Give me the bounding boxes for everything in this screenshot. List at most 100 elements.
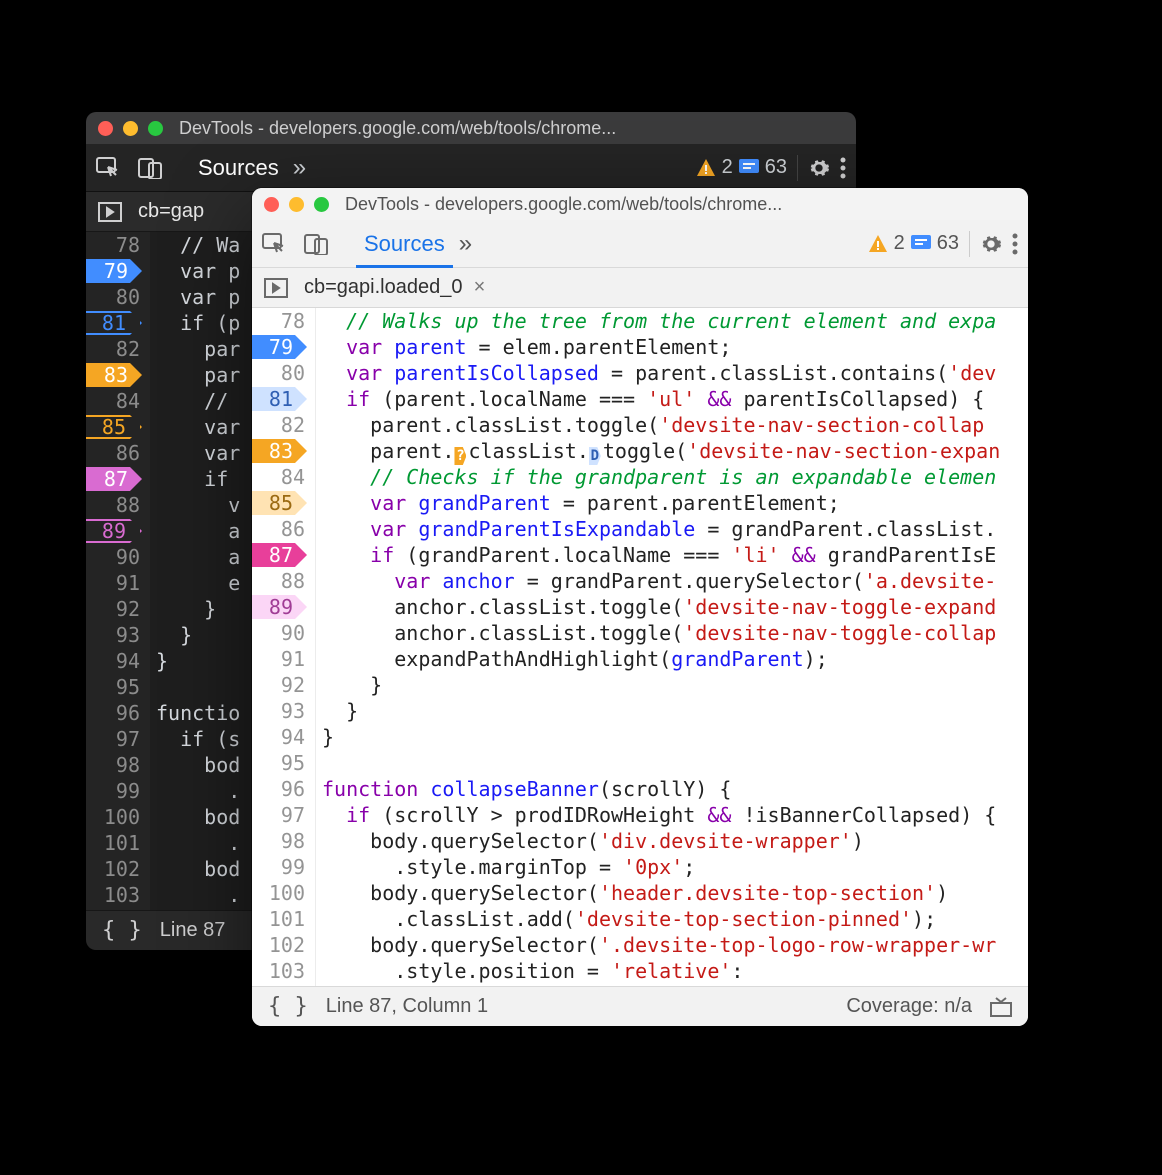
code-line[interactable]: .classList.add('devsite-top-section-pinn…: [322, 906, 1028, 932]
line-number[interactable]: 90: [252, 620, 305, 646]
code-content[interactable]: // Walks up the tree from the current el…: [316, 308, 1028, 986]
code-line[interactable]: var anchor = grandParent.querySelector('…: [322, 568, 1028, 594]
minimize-icon[interactable]: [289, 197, 304, 212]
close-tab-icon[interactable]: ×: [474, 276, 486, 298]
line-number[interactable]: 102: [86, 856, 140, 882]
line-number[interactable]: 96: [252, 776, 305, 802]
code-line[interactable]: if (grandParent.localName === 'li' && gr…: [322, 542, 1028, 568]
console-counters[interactable]: 2 63: [696, 156, 787, 179]
line-number[interactable]: 97: [252, 802, 305, 828]
line-number[interactable]: 93: [252, 698, 305, 724]
show-drawer-icon[interactable]: [990, 997, 1012, 1017]
breakpoint-marker[interactable]: 79: [86, 259, 142, 283]
code-line[interactable]: .style.marginTop = '0px';: [322, 854, 1028, 880]
line-number[interactable]: 87: [86, 466, 140, 492]
line-number[interactable]: 99: [252, 854, 305, 880]
more-tabs-icon[interactable]: »: [293, 154, 306, 182]
minimize-icon[interactable]: [123, 121, 138, 136]
line-number[interactable]: 92: [252, 672, 305, 698]
line-number[interactable]: 81: [86, 310, 140, 336]
console-counters[interactable]: 2 63: [868, 232, 959, 255]
gear-icon[interactable]: [980, 233, 1002, 255]
code-line[interactable]: var parent = elem.parentElement;: [322, 334, 1028, 360]
line-number[interactable]: 89: [86, 518, 140, 544]
line-number[interactable]: 101: [252, 906, 305, 932]
breakpoint-marker[interactable]: 81: [252, 387, 307, 411]
line-number[interactable]: 78: [86, 232, 140, 258]
breakpoint-marker[interactable]: 85: [252, 491, 307, 515]
line-number[interactable]: 95: [252, 750, 305, 776]
code-line[interactable]: parent.classList.toggle('devsite-nav-sec…: [322, 412, 1028, 438]
line-number[interactable]: 85: [252, 490, 305, 516]
code-line[interactable]: function collapseBanner(scrollY) {: [322, 776, 1028, 802]
code-line[interactable]: var parentIsCollapsed = parent.classList…: [322, 360, 1028, 386]
line-number[interactable]: 101: [86, 830, 140, 856]
line-number[interactable]: 91: [86, 570, 140, 596]
code-line[interactable]: .style.position = 'relative':: [322, 958, 1028, 984]
breakpoint-marker[interactable]: 87: [252, 543, 307, 567]
more-tabs-icon[interactable]: »: [459, 230, 472, 258]
code-line[interactable]: [322, 750, 1028, 776]
line-number[interactable]: 82: [252, 412, 305, 438]
close-icon[interactable]: [264, 197, 279, 212]
line-number[interactable]: 95: [86, 674, 140, 700]
code-line[interactable]: }: [322, 672, 1028, 698]
line-number[interactable]: 94: [86, 648, 140, 674]
line-number[interactable]: 83: [252, 438, 305, 464]
file-tab[interactable]: cb=gap: [138, 200, 204, 223]
tab-sources[interactable]: Sources: [350, 220, 459, 267]
line-number[interactable]: 80: [86, 284, 140, 310]
line-number[interactable]: 96: [86, 700, 140, 726]
code-line[interactable]: body.querySelector('div.devsite-wrapper'…: [322, 828, 1028, 854]
debugger-pane-icon[interactable]: [264, 278, 288, 298]
line-number[interactable]: 88: [86, 492, 140, 518]
breakpoint-marker[interactable]: 89: [86, 519, 142, 543]
line-gutter[interactable]: 7879808182838485868788899091929394959697…: [252, 308, 316, 986]
line-number[interactable]: 97: [86, 726, 140, 752]
line-number[interactable]: 84: [252, 464, 305, 490]
breakpoint-marker[interactable]: 83: [86, 363, 142, 387]
code-line[interactable]: }: [322, 698, 1028, 724]
code-line[interactable]: if (parent.localName === 'ul' && parentI…: [322, 386, 1028, 412]
code-line[interactable]: }: [322, 724, 1028, 750]
breakpoint-marker[interactable]: 81: [86, 311, 142, 335]
file-tab[interactable]: cb=gapi.loaded_0 ×: [304, 276, 485, 299]
line-number[interactable]: 92: [86, 596, 140, 622]
line-number[interactable]: 100: [252, 880, 305, 906]
line-number[interactable]: 103: [86, 882, 140, 908]
code-line[interactable]: body.querySelector('.devsite-top-logo-ro…: [322, 932, 1028, 958]
breakpoint-marker[interactable]: 83: [252, 439, 307, 463]
line-number[interactable]: 100: [86, 804, 140, 830]
line-number[interactable]: 80: [252, 360, 305, 386]
line-number[interactable]: 78: [252, 308, 305, 334]
format-icon[interactable]: { }: [102, 918, 142, 943]
titlebar[interactable]: DevTools - developers.google.com/web/too…: [252, 188, 1028, 220]
close-icon[interactable]: [98, 121, 113, 136]
line-number[interactable]: 93: [86, 622, 140, 648]
device-toggle-icon[interactable]: [138, 157, 162, 179]
line-number[interactable]: 98: [252, 828, 305, 854]
line-gutter[interactable]: 7879808182838485868788899091929394959697…: [86, 232, 150, 910]
code-line[interactable]: body.querySelector('header.devsite-top-s…: [322, 880, 1028, 906]
inspect-icon[interactable]: [96, 157, 120, 179]
zoom-icon[interactable]: [148, 121, 163, 136]
line-number[interactable]: 86: [86, 440, 140, 466]
breakpoint-marker[interactable]: 87: [86, 467, 142, 491]
line-number[interactable]: 84: [86, 388, 140, 414]
line-number[interactable]: 98: [86, 752, 140, 778]
code-editor[interactable]: 7879808182838485868788899091929394959697…: [252, 308, 1028, 986]
line-number[interactable]: 88: [252, 568, 305, 594]
kebab-icon[interactable]: [1012, 233, 1018, 255]
code-line[interactable]: if (scrollY > prodIDRowHeight && !isBann…: [322, 802, 1028, 828]
code-line[interactable]: parent.?classList.Dtoggle('devsite-nav-s…: [322, 438, 1028, 464]
zoom-icon[interactable]: [314, 197, 329, 212]
code-line[interactable]: expandPathAndHighlight(grandParent);: [322, 646, 1028, 672]
code-line[interactable]: var grandParentIsExpandable = grandParen…: [322, 516, 1028, 542]
titlebar[interactable]: DevTools - developers.google.com/web/too…: [86, 112, 856, 144]
code-line[interactable]: var grandParent = parent.parentElement;: [322, 490, 1028, 516]
line-number[interactable]: 103: [252, 958, 305, 984]
line-number[interactable]: 79: [252, 334, 305, 360]
line-number[interactable]: 79: [86, 258, 140, 284]
device-toggle-icon[interactable]: [304, 233, 328, 255]
line-number[interactable]: 83: [86, 362, 140, 388]
